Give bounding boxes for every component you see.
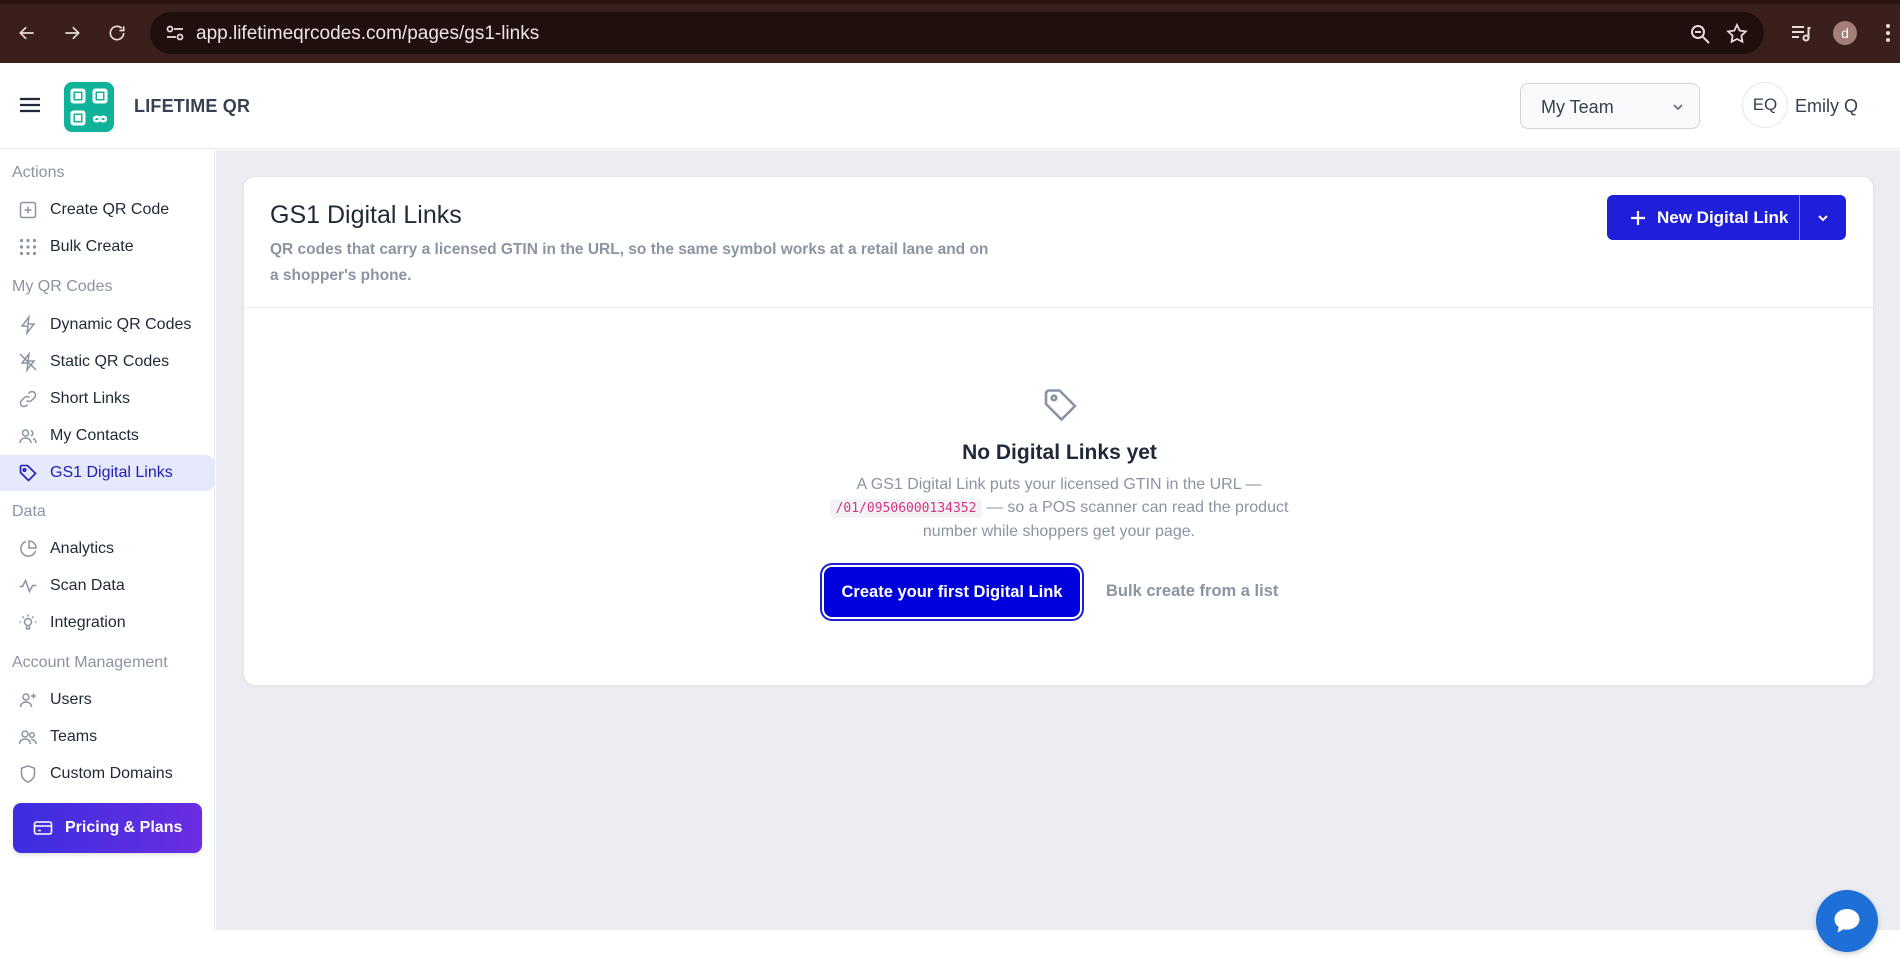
sidebar-item-label: Custom Domains xyxy=(50,765,173,782)
sidebar-item-label: GS1 Digital Links xyxy=(50,464,173,481)
plus-square-icon xyxy=(19,201,37,219)
sidebar-item-label: Bulk Create xyxy=(50,238,134,255)
shield-icon xyxy=(20,764,36,784)
forward-button[interactable] xyxy=(57,18,87,48)
chat-launcher-button[interactable] xyxy=(1816,890,1878,952)
sidebar-item-label: Teams xyxy=(50,728,98,745)
team-select[interactable]: My Team xyxy=(1520,83,1700,129)
page-title: GS1 Digital Links xyxy=(270,201,462,229)
site-info-icon[interactable] xyxy=(164,23,186,43)
sidebar-item-scan-data[interactable]: Scan Data xyxy=(0,568,215,604)
sidebar-item-label: Short Links xyxy=(50,390,131,407)
address-bar[interactable]: app.lifetimeqrcodes.com/pages/gs1-links xyxy=(150,12,1764,54)
arrow-right-icon xyxy=(65,26,80,40)
users-icon xyxy=(19,429,37,444)
team-select-value: My Team xyxy=(1541,97,1614,117)
sidebar-item-label: Users xyxy=(50,691,92,708)
reload-button[interactable] xyxy=(102,18,132,48)
more-menu-icon[interactable] xyxy=(1878,18,1898,48)
team-icon xyxy=(18,730,37,745)
sidebar-item-users[interactable]: Users xyxy=(0,682,215,718)
sidebar-item-short-links[interactable]: Short Links xyxy=(0,381,215,417)
browser-profile-avatar[interactable]: d xyxy=(1833,21,1857,45)
pie-chart-icon xyxy=(20,540,37,557)
logo[interactable] xyxy=(64,82,114,132)
pricing-plans-button[interactable]: Pricing & Plans xyxy=(13,803,202,853)
link-icon xyxy=(19,390,37,408)
arrow-left-icon xyxy=(19,26,34,40)
sidebar-section-data: Data xyxy=(12,503,46,520)
tag-icon xyxy=(19,464,37,482)
create-first-digital-link-button[interactable]: Create your first Digital Link xyxy=(824,567,1080,617)
sidebar-item-label: Analytics xyxy=(50,540,115,557)
card-header: GS1 Digital Links QR codes that carry a … xyxy=(244,177,1873,308)
grid-dots-icon xyxy=(19,238,37,256)
gtin-path-example: /01/09506000134352 xyxy=(829,499,983,518)
sidebar-item-analytics[interactable]: Analytics xyxy=(0,531,215,567)
sidebar-section-account-management: Account Management xyxy=(12,654,168,671)
sidebar-item-custom-domains[interactable]: Custom Domains xyxy=(0,756,215,792)
user-plus-icon xyxy=(19,693,36,708)
sidebar-item-integration[interactable]: Integration xyxy=(0,605,215,641)
tab-strip-edge xyxy=(0,0,1900,4)
new-digital-link-button[interactable]: New Digital Link xyxy=(1607,195,1800,240)
empty-state-description: A GS1 Digital Link puts your licensed GT… xyxy=(809,473,1309,543)
bulk-create-from-list-link[interactable]: Bulk create from a list xyxy=(1106,582,1278,601)
digital-links-card: GS1 Digital Links QR codes that carry a … xyxy=(243,176,1874,686)
sidebar-item-label: Integration xyxy=(50,614,126,631)
brand-name: LIFETIME QR xyxy=(134,96,251,116)
qr-logo-icon xyxy=(70,88,108,126)
sidebar-item-bulk-create[interactable]: Bulk Create xyxy=(0,229,215,265)
sidebar: Actions Create QR Code Bulk Create My QR… xyxy=(0,150,215,930)
sidebar-item-label: Dynamic QR Codes xyxy=(50,316,192,333)
tag-icon xyxy=(1044,389,1077,422)
sidebar-item-label: Scan Data xyxy=(50,577,125,594)
chevron-down-icon xyxy=(1818,214,1828,221)
menu-icon[interactable] xyxy=(18,95,42,115)
lightning-off-icon xyxy=(19,352,37,372)
url-text[interactable]: app.lifetimeqrcodes.com/pages/gs1-links xyxy=(196,23,539,45)
media-control-icon[interactable] xyxy=(1786,18,1816,48)
sidebar-section-my-qr-codes: My QR Codes xyxy=(12,278,113,295)
back-button[interactable] xyxy=(12,18,42,48)
app-header: LIFETIME QR My Team EQ Emily Q xyxy=(0,63,1900,149)
activity-icon xyxy=(19,578,37,594)
empty-desc-part-1: A GS1 Digital Link puts your licensed GT… xyxy=(856,476,1262,493)
sidebar-item-label: Static QR Codes xyxy=(50,353,170,370)
sidebar-section-actions: Actions xyxy=(12,164,65,181)
sidebar-item-my-contacts[interactable]: My Contacts xyxy=(0,418,215,454)
reload-icon xyxy=(109,25,125,41)
browser-toolbar: app.lifetimeqrcodes.com/pages/gs1-links … xyxy=(0,0,1900,63)
new-digital-link-dropdown[interactable] xyxy=(1800,195,1846,240)
zoom-icon[interactable] xyxy=(1688,22,1712,46)
bulb-icon xyxy=(19,614,37,630)
sidebar-item-teams[interactable]: Teams xyxy=(0,719,215,755)
sidebar-item-gs1-digital-links[interactable]: GS1 Digital Links xyxy=(0,455,215,491)
sidebar-item-label: Create QR Code xyxy=(50,201,170,218)
new-digital-link-button-group: New Digital Link xyxy=(1607,195,1846,240)
pricing-plans-label: Pricing & Plans xyxy=(65,819,183,836)
credit-card-icon xyxy=(33,821,53,835)
sidebar-item-dynamic-qr-codes[interactable]: Dynamic QR Codes xyxy=(0,307,215,343)
empty-state-title: No Digital Links yet xyxy=(962,441,1157,464)
chat-icon xyxy=(1834,909,1860,933)
new-digital-link-label: New Digital Link xyxy=(1657,207,1789,227)
plus-icon xyxy=(1631,210,1645,225)
page-subtitle: QR codes that carry a licensed GTIN in t… xyxy=(270,241,989,284)
lightning-icon xyxy=(20,315,36,335)
sidebar-item-create-qr-code[interactable]: Create QR Code xyxy=(0,192,215,228)
user-name[interactable]: Emily Q xyxy=(1795,96,1858,117)
bookmark-star-icon[interactable] xyxy=(1725,22,1749,46)
sidebar-item-static-qr-codes[interactable]: Static QR Codes xyxy=(0,344,215,380)
sidebar-item-label: My Contacts xyxy=(50,427,139,444)
chevron-down-icon xyxy=(1673,104,1683,111)
user-avatar[interactable]: EQ xyxy=(1742,82,1788,128)
